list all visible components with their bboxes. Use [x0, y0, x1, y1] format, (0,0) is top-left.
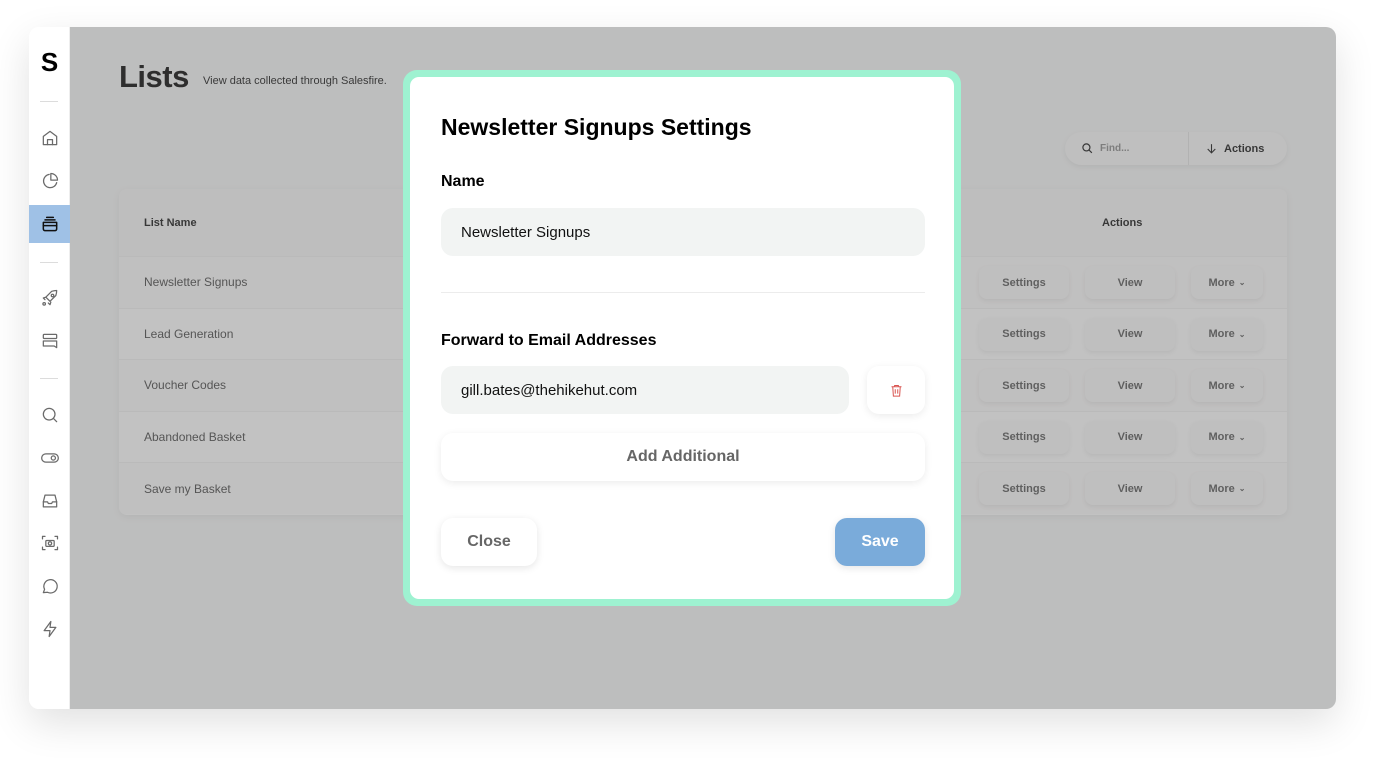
delete-email-button[interactable]: [867, 366, 925, 414]
sidebar-item-search[interactable]: [29, 396, 70, 434]
forward-email-label: Forward to Email Addresses: [441, 332, 657, 349]
modal-divider: [441, 292, 925, 293]
inbox-icon: [42, 494, 57, 508]
sidebar-item-banners[interactable]: [29, 322, 70, 360]
banner-icon: [42, 333, 57, 349]
modal-body: Newsletter Signups Settings Name Forward…: [410, 77, 954, 599]
sidebar-divider: [40, 378, 58, 379]
pie-chart-icon: [42, 172, 58, 189]
rocket-icon: [41, 289, 57, 306]
camera-capture-icon: [41, 535, 58, 551]
search-icon: [42, 407, 57, 423]
stack-icon: [42, 216, 57, 232]
chat-bubble-icon: [42, 579, 58, 594]
name-label: Name: [441, 173, 485, 190]
sidebar-item-lists[interactable]: [29, 205, 70, 243]
sidebar-item-chat[interactable]: [29, 567, 70, 605]
logo[interactable]: S: [29, 47, 70, 78]
sidebar-item-toggles[interactable]: [29, 439, 70, 477]
name-input[interactable]: [441, 208, 925, 256]
add-additional-button[interactable]: Add Additional: [441, 433, 925, 481]
sidebar-item-automation[interactable]: [29, 610, 70, 648]
sidebar-item-campaigns[interactable]: [29, 279, 70, 317]
save-button[interactable]: Save: [835, 518, 925, 566]
trash-icon: [891, 384, 901, 397]
toggle-icon: [40, 453, 59, 463]
sidebar-divider: [40, 262, 58, 263]
modal-title: Newsletter Signups Settings: [441, 114, 752, 140]
email-input[interactable]: [441, 366, 849, 414]
sidebar-item-inbox[interactable]: [29, 482, 70, 520]
sidebar-item-capture[interactable]: [29, 524, 70, 562]
sidebar-divider: [40, 101, 58, 102]
home-icon: [42, 130, 57, 146]
close-button[interactable]: Close: [441, 518, 537, 566]
sidebar-item-home[interactable]: [29, 119, 70, 157]
lightning-icon: [43, 620, 56, 638]
settings-modal: Newsletter Signups Settings Name Forward…: [403, 70, 961, 606]
sidebar: S: [29, 27, 70, 709]
sidebar-item-analytics[interactable]: [29, 162, 70, 200]
